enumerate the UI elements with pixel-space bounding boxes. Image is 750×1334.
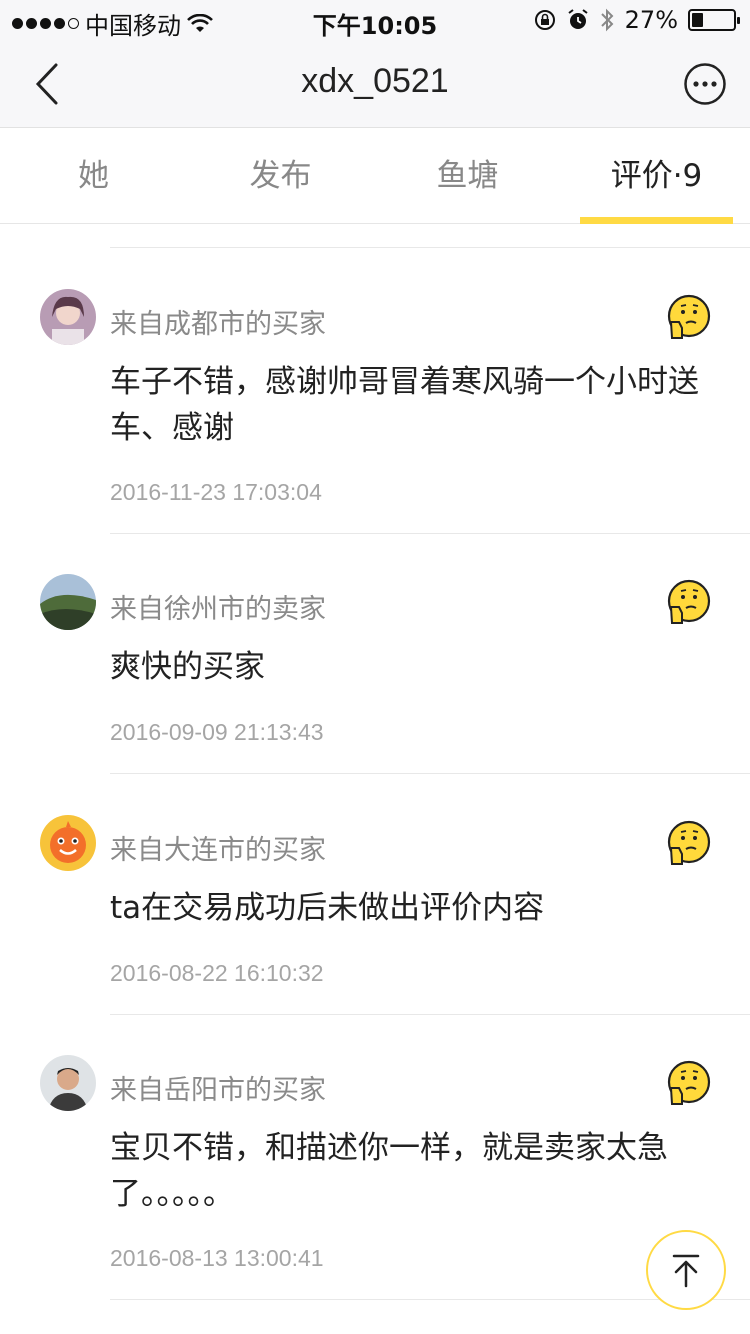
reviewer-origin: 来自徐州市的卖家 bbox=[110, 594, 326, 625]
alarm-icon bbox=[568, 9, 588, 29]
review-date: 2016-09-09 21:13:43 bbox=[110, 719, 324, 745]
review-date: 2016-08-22 16:10:32 bbox=[110, 960, 324, 986]
reviewer-origin: 来自大连市的买家 bbox=[110, 835, 326, 866]
avatar[interactable] bbox=[40, 289, 96, 345]
avatar[interactable] bbox=[40, 574, 96, 630]
tab-label: 她 bbox=[78, 158, 109, 194]
active-tab-indicator bbox=[580, 217, 733, 224]
tab-fishpond[interactable]: 鱼塘 bbox=[374, 128, 561, 224]
avatar[interactable] bbox=[40, 1055, 96, 1111]
divider bbox=[110, 1014, 750, 1015]
divider bbox=[110, 247, 750, 248]
review-date: 2016-08-13 13:00:41 bbox=[110, 1245, 324, 1271]
battery-icon bbox=[688, 9, 740, 31]
nav-bar: xdx_0521 bbox=[0, 40, 750, 128]
review-date: 2016-11-23 17:03:04 bbox=[110, 479, 322, 505]
review-content: 爽快的买家 bbox=[110, 649, 265, 685]
status-bar: 中国移动 下午10:05 27% bbox=[0, 0, 750, 40]
thinking-face-icon bbox=[667, 294, 711, 339]
review-content: 车子不错，感谢帅哥冒着寒风骑一个小时送车、感谢 bbox=[110, 364, 699, 446]
top-bar: 中国移动 下午10:05 27% xdx_0521 bbox=[0, 0, 750, 128]
reviewer-origin: 来自岳阳市的买家 bbox=[110, 1075, 326, 1106]
thinking-face-icon bbox=[667, 1060, 711, 1105]
tab-label: 发布 bbox=[249, 158, 312, 194]
tab-label: 评价·9 bbox=[610, 158, 703, 194]
arrow-up-icon bbox=[672, 1254, 700, 1288]
tab-her[interactable]: 她 bbox=[0, 128, 187, 224]
more-icon[interactable] bbox=[684, 63, 726, 105]
tab-bar: 她 发布 鱼塘 评价·9 bbox=[0, 128, 750, 224]
avatar[interactable] bbox=[40, 815, 96, 871]
tab-reviews[interactable]: 评价·9 bbox=[563, 128, 750, 224]
tab-published[interactable]: 发布 bbox=[187, 128, 374, 224]
thinking-face-icon bbox=[667, 579, 711, 624]
divider bbox=[110, 773, 750, 774]
review-content: 宝贝不错，和描述你一样，就是卖家太急了。。。。。 bbox=[110, 1130, 668, 1212]
bluetooth-icon bbox=[600, 8, 614, 32]
thinking-face-icon bbox=[667, 820, 711, 865]
reviewer-origin: 来自成都市的买家 bbox=[110, 309, 326, 340]
battery-level bbox=[692, 13, 703, 27]
page-title: xdx_0521 bbox=[301, 62, 449, 100]
divider bbox=[110, 533, 750, 534]
back-to-top-button[interactable] bbox=[646, 1230, 726, 1310]
review-content: ta在交易成功后未做出评价内容 bbox=[110, 890, 545, 926]
orientation-lock-icon bbox=[534, 10, 555, 30]
tab-label: 鱼塘 bbox=[436, 158, 499, 194]
battery-percent: 27% bbox=[624, 6, 678, 34]
